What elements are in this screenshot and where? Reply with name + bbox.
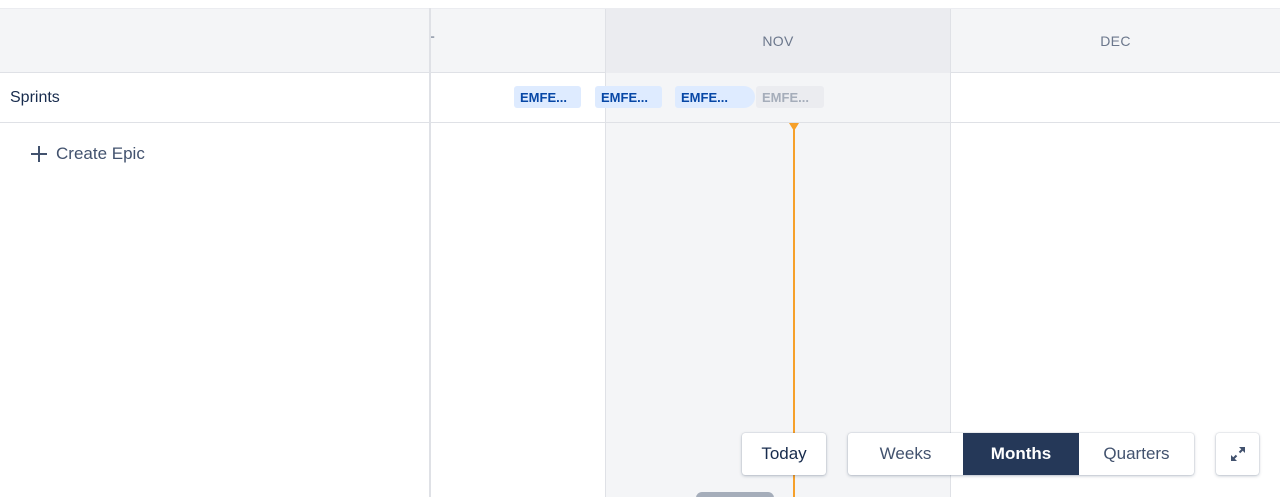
month-label-dec: DEC <box>1100 33 1131 49</box>
sprint-chip-2[interactable]: EMFE... <box>595 86 662 108</box>
month-header-oct: T <box>430 9 605 73</box>
today-marker-arrow-icon <box>789 123 799 131</box>
sprints-label: Sprints <box>10 89 60 106</box>
view-months-button[interactable]: Months <box>963 433 1079 475</box>
plus-icon <box>31 146 47 162</box>
timeline-header: T NOV DEC <box>0 8 1280 73</box>
month-label-nov: NOV <box>762 33 794 49</box>
sprint-chip-3[interactable]: EMFE... <box>675 86 755 108</box>
expand-button[interactable] <box>1216 433 1259 475</box>
today-button[interactable]: Today <box>742 433 826 475</box>
sprints-row: Sprints EMFE... EMFE... EMFE... EMFE... <box>0 73 1280 123</box>
sprint-chip-1[interactable]: EMFE... <box>514 86 581 108</box>
roadmap-view: T NOV DEC Sprints EMFE... EMFE... EMFE..… <box>0 0 1280 497</box>
today-marker-tab <box>696 492 774 497</box>
sprint-chip-4[interactable]: EMFE... <box>756 86 824 108</box>
panel-divider[interactable] <box>429 8 431 497</box>
view-quarters-button[interactable]: Quarters <box>1079 433 1194 475</box>
month-header-nov: NOV <box>605 9 951 73</box>
create-epic-button[interactable]: Create Epic <box>31 140 145 168</box>
create-epic-label: Create Epic <box>56 144 145 163</box>
month-header-dec: DEC <box>951 9 1280 73</box>
view-weeks-button[interactable]: Weeks <box>848 433 963 475</box>
view-switcher: Weeks Months Quarters <box>848 433 1194 475</box>
expand-icon <box>1230 447 1245 461</box>
